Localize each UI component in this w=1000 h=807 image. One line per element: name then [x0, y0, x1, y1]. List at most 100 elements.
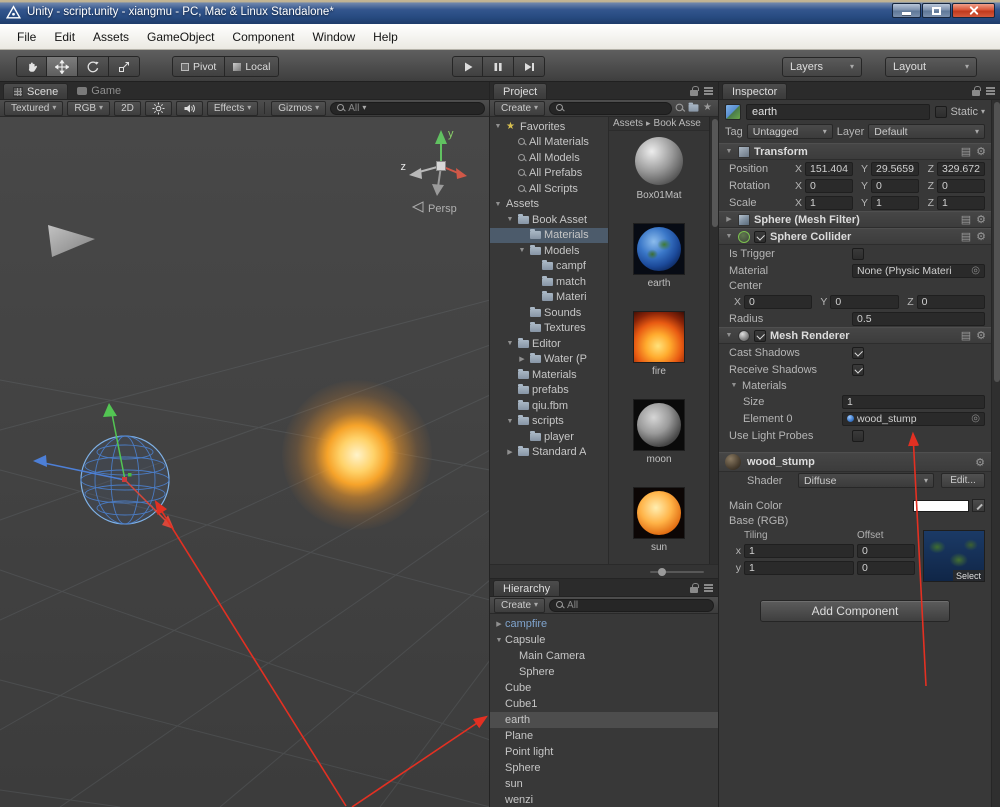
foldout-icon[interactable] — [493, 123, 503, 130]
add-component-button[interactable]: Add Component — [760, 600, 950, 622]
hierarchy-item-point-light[interactable]: Point light — [490, 744, 718, 760]
menu-component[interactable]: Component — [223, 24, 303, 49]
static-checkbox[interactable] — [935, 106, 948, 118]
axis-y-cone[interactable] — [435, 130, 447, 144]
slider-knob[interactable] — [658, 568, 666, 576]
hierarchy-item-main-camera[interactable]: Main Camera — [490, 648, 718, 664]
toggle-2d-button[interactable]: 2D — [114, 100, 141, 116]
inspector-scrollbar[interactable] — [991, 100, 1000, 807]
tree-item-prefabs[interactable]: prefabs — [490, 383, 608, 399]
foldout-icon[interactable] — [517, 356, 527, 363]
panel-menu-icon[interactable] — [704, 584, 713, 592]
tree-item-match[interactable]: match — [490, 274, 608, 290]
tiling-x-field[interactable]: 1 — [744, 544, 854, 558]
foldout-icon[interactable] — [505, 340, 515, 347]
tree-item-all-prefabs[interactable]: All Prefabs — [490, 166, 608, 182]
foldout-icon[interactable] — [505, 449, 515, 456]
tree-item-all-scripts[interactable]: All Scripts — [490, 181, 608, 197]
hierarchy-item-sphere[interactable]: Sphere — [490, 760, 718, 776]
scrollbar-thumb[interactable] — [993, 102, 1000, 382]
chevron-down-icon[interactable]: ▾ — [981, 108, 985, 116]
close-button[interactable] — [952, 3, 995, 18]
lock-icon[interactable] — [972, 86, 981, 96]
tree-item-sounds[interactable]: Sounds — [490, 305, 608, 321]
gear-icon[interactable]: ⚙ — [976, 213, 986, 226]
scale-tool-button[interactable] — [109, 56, 140, 77]
shader-dropdown[interactable]: Diffuse ▾ — [798, 473, 934, 488]
axis-z-cone[interactable] — [409, 168, 422, 179]
gear-icon[interactable]: ⚙ — [976, 145, 986, 158]
perspective-label[interactable]: Persp — [428, 203, 457, 215]
cast-shadows-checkbox[interactable] — [852, 346, 864, 359]
project-search-input[interactable] — [549, 101, 672, 115]
layout-dropdown[interactable]: Layout ▾ — [885, 57, 977, 77]
play-button[interactable] — [452, 56, 483, 77]
rotation-z-field[interactable]: 0 — [937, 178, 985, 193]
foldout-icon[interactable] — [505, 418, 515, 425]
foldout-icon[interactable] — [729, 382, 739, 389]
mesh-renderer-component-header[interactable]: Mesh Renderer ▤ ⚙ — [719, 327, 991, 344]
draw-mode-dropdown[interactable]: Textured ▾ — [4, 100, 64, 116]
orientation-gizmo[interactable]: y z Persp — [401, 128, 468, 215]
material-header[interactable]: wood_stump ⚙ — [719, 452, 991, 472]
local-button[interactable]: Local — [225, 56, 280, 77]
thumbnail-size-slider[interactable] — [650, 568, 704, 576]
help-icon[interactable]: ▤ — [961, 329, 971, 342]
sphere-collider-component-header[interactable]: Sphere Collider ▤ ⚙ — [719, 228, 991, 245]
scene-audio-button[interactable] — [175, 100, 203, 116]
tree-item-editor[interactable]: Editor — [490, 336, 608, 352]
panel-menu-icon[interactable] — [986, 87, 995, 95]
scale-x-field[interactable]: 1 — [805, 195, 853, 210]
axis-x-cone[interactable] — [456, 168, 467, 179]
menu-assets[interactable]: Assets — [84, 24, 138, 49]
component-enabled-checkbox[interactable] — [754, 329, 766, 342]
tab-hierarchy[interactable]: Hierarchy — [493, 580, 561, 596]
light-probes-checkbox[interactable] — [852, 429, 864, 442]
main-color-swatch[interactable] — [913, 499, 969, 512]
texture-preview[interactable]: Select — [923, 530, 985, 582]
tree-item-materi[interactable]: Materi — [490, 290, 608, 306]
menu-file[interactable]: File — [8, 24, 45, 49]
offset-y-field[interactable]: 0 — [857, 561, 915, 575]
gizmo-center-cube[interactable] — [436, 161, 446, 171]
offset-x-field[interactable]: 0 — [857, 544, 915, 558]
menu-gameobject[interactable]: GameObject — [138, 24, 223, 49]
search-by-label-icon[interactable] — [688, 102, 699, 112]
transform-component-header[interactable]: Transform ▤ ⚙ — [719, 143, 991, 160]
panel-menu-icon[interactable] — [704, 87, 713, 95]
object-picker-icon[interactable]: ◎ — [971, 413, 980, 424]
scale-y-field[interactable]: 1 — [871, 195, 919, 210]
rotation-x-field[interactable]: 0 — [805, 178, 853, 193]
position-z-field[interactable]: 329.672 — [937, 161, 985, 176]
gear-icon[interactable]: ⚙ — [976, 230, 986, 243]
is-trigger-checkbox[interactable] — [852, 247, 864, 260]
search-by-type-icon[interactable] — [675, 103, 685, 113]
component-enabled-checkbox[interactable] — [754, 230, 766, 243]
asset-item[interactable]: earth — [633, 223, 685, 289]
hierarchy-create-dropdown[interactable]: Create ▾ — [494, 597, 546, 613]
tab-project[interactable]: Project — [493, 83, 548, 99]
hierarchy-item-wenzi[interactable]: wenzi — [490, 792, 718, 807]
center-z-field[interactable]: 0 — [916, 294, 985, 309]
foldout-icon[interactable] — [517, 247, 527, 254]
material-preview-icon[interactable] — [725, 454, 741, 470]
breadcrumb-root[interactable]: Assets — [613, 118, 643, 129]
hierarchy-item-cube1[interactable]: Cube1 — [490, 696, 718, 712]
tree-item-qiu-fbm[interactable]: qiu.fbm — [490, 398, 608, 414]
hierarchy-item-sphere-child[interactable]: Sphere — [490, 664, 718, 680]
effects-dropdown[interactable]: Effects ▾ — [206, 100, 259, 116]
scrollbar-thumb[interactable] — [711, 119, 718, 227]
tree-item-materials[interactable]: Materials — [490, 227, 608, 243]
gear-icon[interactable]: ⚙ — [975, 456, 985, 469]
center-y-field[interactable]: 0 — [830, 294, 899, 309]
tab-game[interactable]: Game — [68, 83, 130, 99]
radius-field[interactable]: 0.5 — [852, 311, 985, 326]
minimize-button[interactable] — [892, 3, 921, 18]
tiling-y-field[interactable]: 1 — [744, 561, 854, 575]
center-x-field[interactable]: 0 — [744, 294, 813, 309]
foldout-icon[interactable] — [505, 216, 515, 223]
object-picker-icon[interactable]: ◎ — [971, 265, 980, 276]
tree-item-standard-assets[interactable]: Standard A — [490, 445, 608, 461]
hand-tool-button[interactable] — [16, 56, 47, 77]
color-picker-icon[interactable] — [972, 499, 985, 512]
